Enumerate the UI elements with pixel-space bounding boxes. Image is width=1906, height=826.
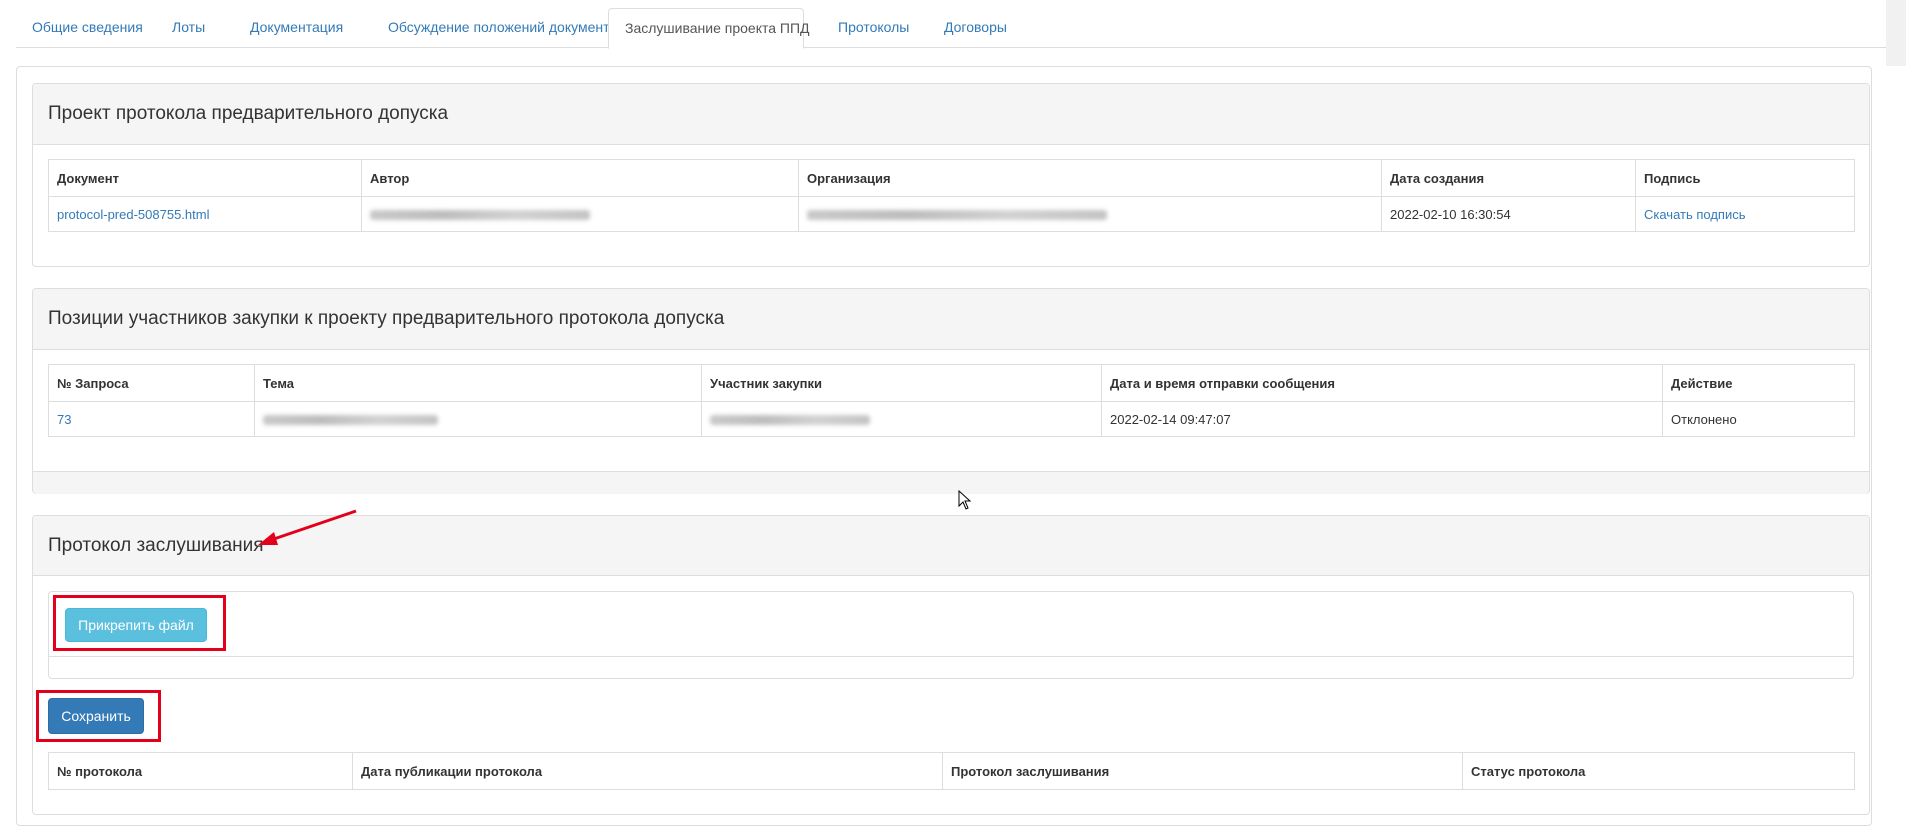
tab-lots[interactable]: Лоты bbox=[156, 8, 221, 48]
column-header: Дата публикации протокола bbox=[352, 752, 943, 790]
signature-cell: Скачать подпись bbox=[1635, 196, 1855, 232]
save-button[interactable]: Сохранить bbox=[48, 698, 144, 734]
mouse-cursor-icon bbox=[958, 490, 972, 510]
participant-positions-table: № Запроса Тема Участник закупки Дата и в… bbox=[48, 364, 1855, 437]
column-header: Участник закупки bbox=[701, 364, 1102, 402]
redacted-topic bbox=[263, 415, 438, 426]
file-attach-well bbox=[48, 591, 1854, 679]
column-header: № Запроса bbox=[48, 364, 255, 402]
column-header: Подпись bbox=[1635, 159, 1855, 197]
topic-cell bbox=[254, 401, 702, 437]
tab-contracts[interactable]: Договоры bbox=[928, 8, 1023, 48]
tab-bar: Общие сведения Лоты Документация Обсужде… bbox=[16, 8, 1886, 49]
panel-title: Позиции участников закупки к проекту пре… bbox=[33, 289, 1869, 350]
hearing-protocols-table: № протокола Дата публикации протокола Пр… bbox=[48, 752, 1855, 790]
request-link[interactable]: 73 bbox=[57, 412, 71, 427]
divider bbox=[48, 656, 1854, 657]
author-cell bbox=[361, 196, 799, 232]
document-link[interactable]: protocol-pred-508755.html bbox=[57, 207, 209, 222]
document-cell: protocol-pred-508755.html bbox=[48, 196, 362, 232]
column-header: Протокол заслушивания bbox=[942, 752, 1463, 790]
column-header: Действие bbox=[1662, 364, 1855, 402]
table-header-row: № протокола Дата публикации протокола Пр… bbox=[48, 752, 1855, 790]
download-signature-link[interactable]: Скачать подпись bbox=[1644, 207, 1746, 222]
redacted-participant bbox=[710, 415, 870, 426]
action-cell: Отклонено bbox=[1662, 401, 1855, 437]
column-header: Дата создания bbox=[1381, 159, 1636, 197]
table-row: protocol-pred-508755.html 2022-02-10 16:… bbox=[48, 196, 1855, 232]
project-protocol-table: Документ Автор Организация Дата создания… bbox=[48, 159, 1855, 232]
request-cell: 73 bbox=[48, 401, 255, 437]
tab-hearing[interactable]: Заслушивание проекта ППД bbox=[608, 8, 810, 49]
attach-file-button[interactable]: Прикрепить файл bbox=[65, 608, 207, 642]
scrollbar-track[interactable] bbox=[1886, 0, 1906, 66]
column-header: Тема bbox=[254, 364, 702, 402]
table-header-row: № Запроса Тема Участник закупки Дата и в… bbox=[48, 364, 1855, 402]
panel-title: Проект протокола предварительного допуск… bbox=[33, 84, 1869, 145]
column-header: Статус протокола bbox=[1462, 752, 1855, 790]
created-cell: 2022-02-10 16:30:54 bbox=[1381, 196, 1636, 232]
tab-protocols[interactable]: Протоколы bbox=[822, 8, 925, 48]
column-header: Документ bbox=[48, 159, 362, 197]
table-header-row: Документ Автор Организация Дата создания… bbox=[48, 159, 1855, 197]
column-header: № протокола bbox=[48, 752, 353, 790]
table-row: 73 2022-02-14 09:47:07 Отклонено bbox=[48, 401, 1855, 437]
participant-cell bbox=[701, 401, 1102, 437]
column-header: Дата и время отправки сообщения bbox=[1101, 364, 1663, 402]
column-header: Организация bbox=[798, 159, 1382, 197]
organization-cell bbox=[798, 196, 1382, 232]
panel-footer bbox=[33, 471, 1869, 494]
sent-at-cell: 2022-02-14 09:47:07 bbox=[1101, 401, 1663, 437]
redacted-organization bbox=[807, 210, 1107, 221]
column-header: Автор bbox=[361, 159, 799, 197]
tab-general[interactable]: Общие сведения bbox=[16, 8, 159, 48]
redacted-author bbox=[370, 210, 590, 221]
tab-documentation[interactable]: Документация bbox=[234, 8, 359, 48]
annotation-arrow-icon bbox=[258, 509, 357, 545]
